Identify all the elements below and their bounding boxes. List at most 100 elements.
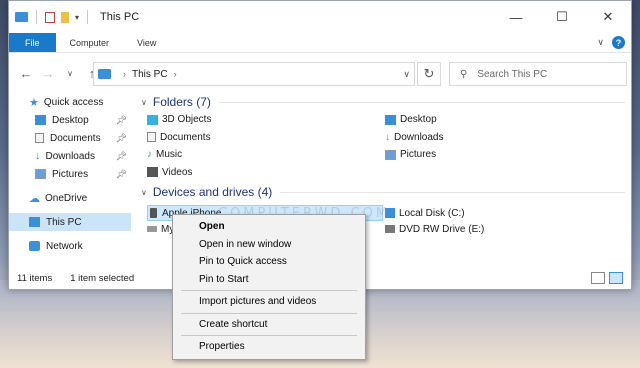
folder-label: Downloads xyxy=(394,131,444,143)
pin-icon[interactable]: 📌︎ xyxy=(116,151,127,162)
cube-icon xyxy=(147,114,158,125)
chevron-down-icon[interactable]: ▾ xyxy=(75,13,79,22)
tab-view[interactable]: View xyxy=(123,33,170,52)
menu-divider xyxy=(181,290,357,291)
sidebar-item-pictures[interactable]: Pictures 📌︎ xyxy=(9,165,131,183)
ribbon-controls: ∨ ? xyxy=(597,36,625,49)
minimize-button[interactable]: — xyxy=(493,1,539,33)
breadcrumb[interactable]: This PC xyxy=(132,69,168,80)
chevron-down-icon[interactable]: ∨ xyxy=(141,98,147,107)
menu-item-open-new-window[interactable]: Open in new window xyxy=(173,236,365,254)
sidebar-item-quick-access[interactable]: ★ Quick access xyxy=(9,93,131,111)
tab-computer[interactable]: Computer xyxy=(56,33,124,52)
details-view-icon[interactable] xyxy=(591,272,605,284)
folder-label: Pictures xyxy=(400,149,437,161)
cloud-icon: ☁ xyxy=(29,192,40,205)
drive-dvd-rw-e[interactable]: DVD RW Drive (E:) xyxy=(385,221,623,237)
chevron-right-icon[interactable]: › xyxy=(123,69,126,79)
search-input[interactable] xyxy=(477,68,618,80)
sidebar-item-label: Quick access xyxy=(43,96,104,108)
folder-3d-objects[interactable]: 3D Objects xyxy=(147,111,385,129)
sidebar-item-label: OneDrive xyxy=(45,192,88,204)
expand-ribbon-icon[interactable]: ∨ xyxy=(597,37,604,48)
divider xyxy=(218,101,625,103)
device-label: Local Disk (C:) xyxy=(399,207,465,219)
sidebar-item-onedrive[interactable]: ☁ OneDrive xyxy=(9,189,131,207)
refresh-button[interactable]: ↻ xyxy=(417,62,441,86)
download-icon: ↓ xyxy=(385,131,390,143)
sidebar-item-label: Desktop xyxy=(52,114,89,126)
folder-pictures[interactable]: Pictures xyxy=(385,146,623,164)
close-button[interactable]: ✕ xyxy=(585,1,631,33)
music-icon: ♪ xyxy=(147,149,152,161)
folders-group-header[interactable]: ∨ Folders (7) xyxy=(135,93,631,111)
sidebar-item-documents[interactable]: Documents 📌︎ xyxy=(9,129,131,147)
network-icon xyxy=(29,241,40,251)
forward-arrow-icon[interactable]: → xyxy=(37,66,59,81)
folder-documents[interactable]: Documents xyxy=(147,129,385,147)
sidebar-item-downloads[interactable]: ↓ Downloads 📌︎ xyxy=(9,147,131,165)
ribbon-tabs: File Computer View ∨ ? xyxy=(9,33,631,53)
dvd-drive-icon xyxy=(385,225,395,233)
folder-videos[interactable]: Videos xyxy=(147,164,385,182)
sidebar-item-network[interactable]: Network xyxy=(9,237,131,255)
folder-desktop[interactable]: Desktop xyxy=(385,111,623,129)
selection-count: 1 item selected xyxy=(70,272,135,284)
navigation-pane: ★ Quick access Desktop 📌︎ Documents 📌︎ ↓… xyxy=(9,93,131,269)
tab-file[interactable]: File xyxy=(9,33,56,52)
menu-item-pin-quick-access[interactable]: Pin to Quick access xyxy=(173,253,365,271)
new-folder-icon[interactable] xyxy=(61,11,69,23)
address-dropdown-icon[interactable]: ∨ xyxy=(403,69,410,80)
view-toggle xyxy=(591,272,623,284)
search-box[interactable]: ⚲ xyxy=(449,62,627,86)
chevron-down-icon[interactable]: ∨ xyxy=(141,188,147,197)
pin-icon[interactable]: 📌︎ xyxy=(116,169,127,180)
menu-item-pin-start[interactable]: Pin to Start xyxy=(173,271,365,289)
search-icon: ⚲ xyxy=(460,68,468,80)
folder-label: 3D Objects xyxy=(162,114,212,126)
chevron-right-icon[interactable]: › xyxy=(174,69,177,79)
tiles-view-icon[interactable] xyxy=(609,272,623,284)
menu-item-open[interactable]: Open xyxy=(173,218,365,236)
download-icon: ↓ xyxy=(35,150,41,162)
device-label: DVD RW Drive (E:) xyxy=(399,223,485,235)
group-title: Folders (7) xyxy=(152,95,211,109)
pin-icon[interactable]: 📌︎ xyxy=(116,133,127,144)
phone-icon xyxy=(150,208,157,218)
sidebar-item-label: This PC xyxy=(46,216,82,228)
sidebar-item-desktop[interactable]: Desktop 📌︎ xyxy=(9,111,131,129)
properties-icon[interactable] xyxy=(45,11,55,23)
back-arrow-icon[interactable]: ← xyxy=(15,66,37,81)
sidebar-item-label: Documents xyxy=(50,132,101,144)
folder-music[interactable]: ♪ Music xyxy=(147,146,385,164)
explorer-icon[interactable] xyxy=(15,12,28,22)
folder-label: Desktop xyxy=(400,114,437,126)
devices-group-header[interactable]: ∨ Devices and drives (4) xyxy=(135,183,631,201)
desktop-icon xyxy=(385,114,396,125)
menu-item-import-pictures[interactable]: Import pictures and videos xyxy=(173,293,365,311)
menu-item-create-shortcut[interactable]: Create shortcut xyxy=(173,316,365,334)
video-icon xyxy=(147,167,158,178)
drive-local-disk-c[interactable]: Local Disk (C:) xyxy=(385,205,623,221)
folder-label: Music xyxy=(156,149,183,161)
toolbar-divider xyxy=(36,10,37,24)
star-icon: ★ xyxy=(29,96,39,109)
folder-downloads[interactable]: ↓ Downloads xyxy=(385,129,623,147)
help-icon[interactable]: ? xyxy=(612,36,625,49)
pictures-icon xyxy=(35,169,46,179)
recent-locations-icon[interactable]: ∨ xyxy=(59,69,81,78)
pc-icon xyxy=(29,217,40,227)
folder-label: Documents xyxy=(160,131,211,143)
maximize-button[interactable]: ☐ xyxy=(539,1,585,33)
sidebar-item-label: Pictures xyxy=(52,168,89,180)
menu-item-properties[interactable]: Properties xyxy=(173,338,365,356)
menu-divider xyxy=(181,312,357,314)
sidebar-item-this-pc[interactable]: This PC xyxy=(9,213,131,231)
pin-icon[interactable]: 📌︎ xyxy=(116,115,127,126)
divider xyxy=(280,191,625,193)
item-count: 11 items xyxy=(17,272,53,284)
folders-grid: 3D Objects Desktop Documents ↓ Downloads … xyxy=(135,111,631,182)
desktop-icon xyxy=(35,115,46,125)
address-bar[interactable]: › This PC › ∨ xyxy=(93,62,415,86)
documents-icon xyxy=(35,133,44,143)
